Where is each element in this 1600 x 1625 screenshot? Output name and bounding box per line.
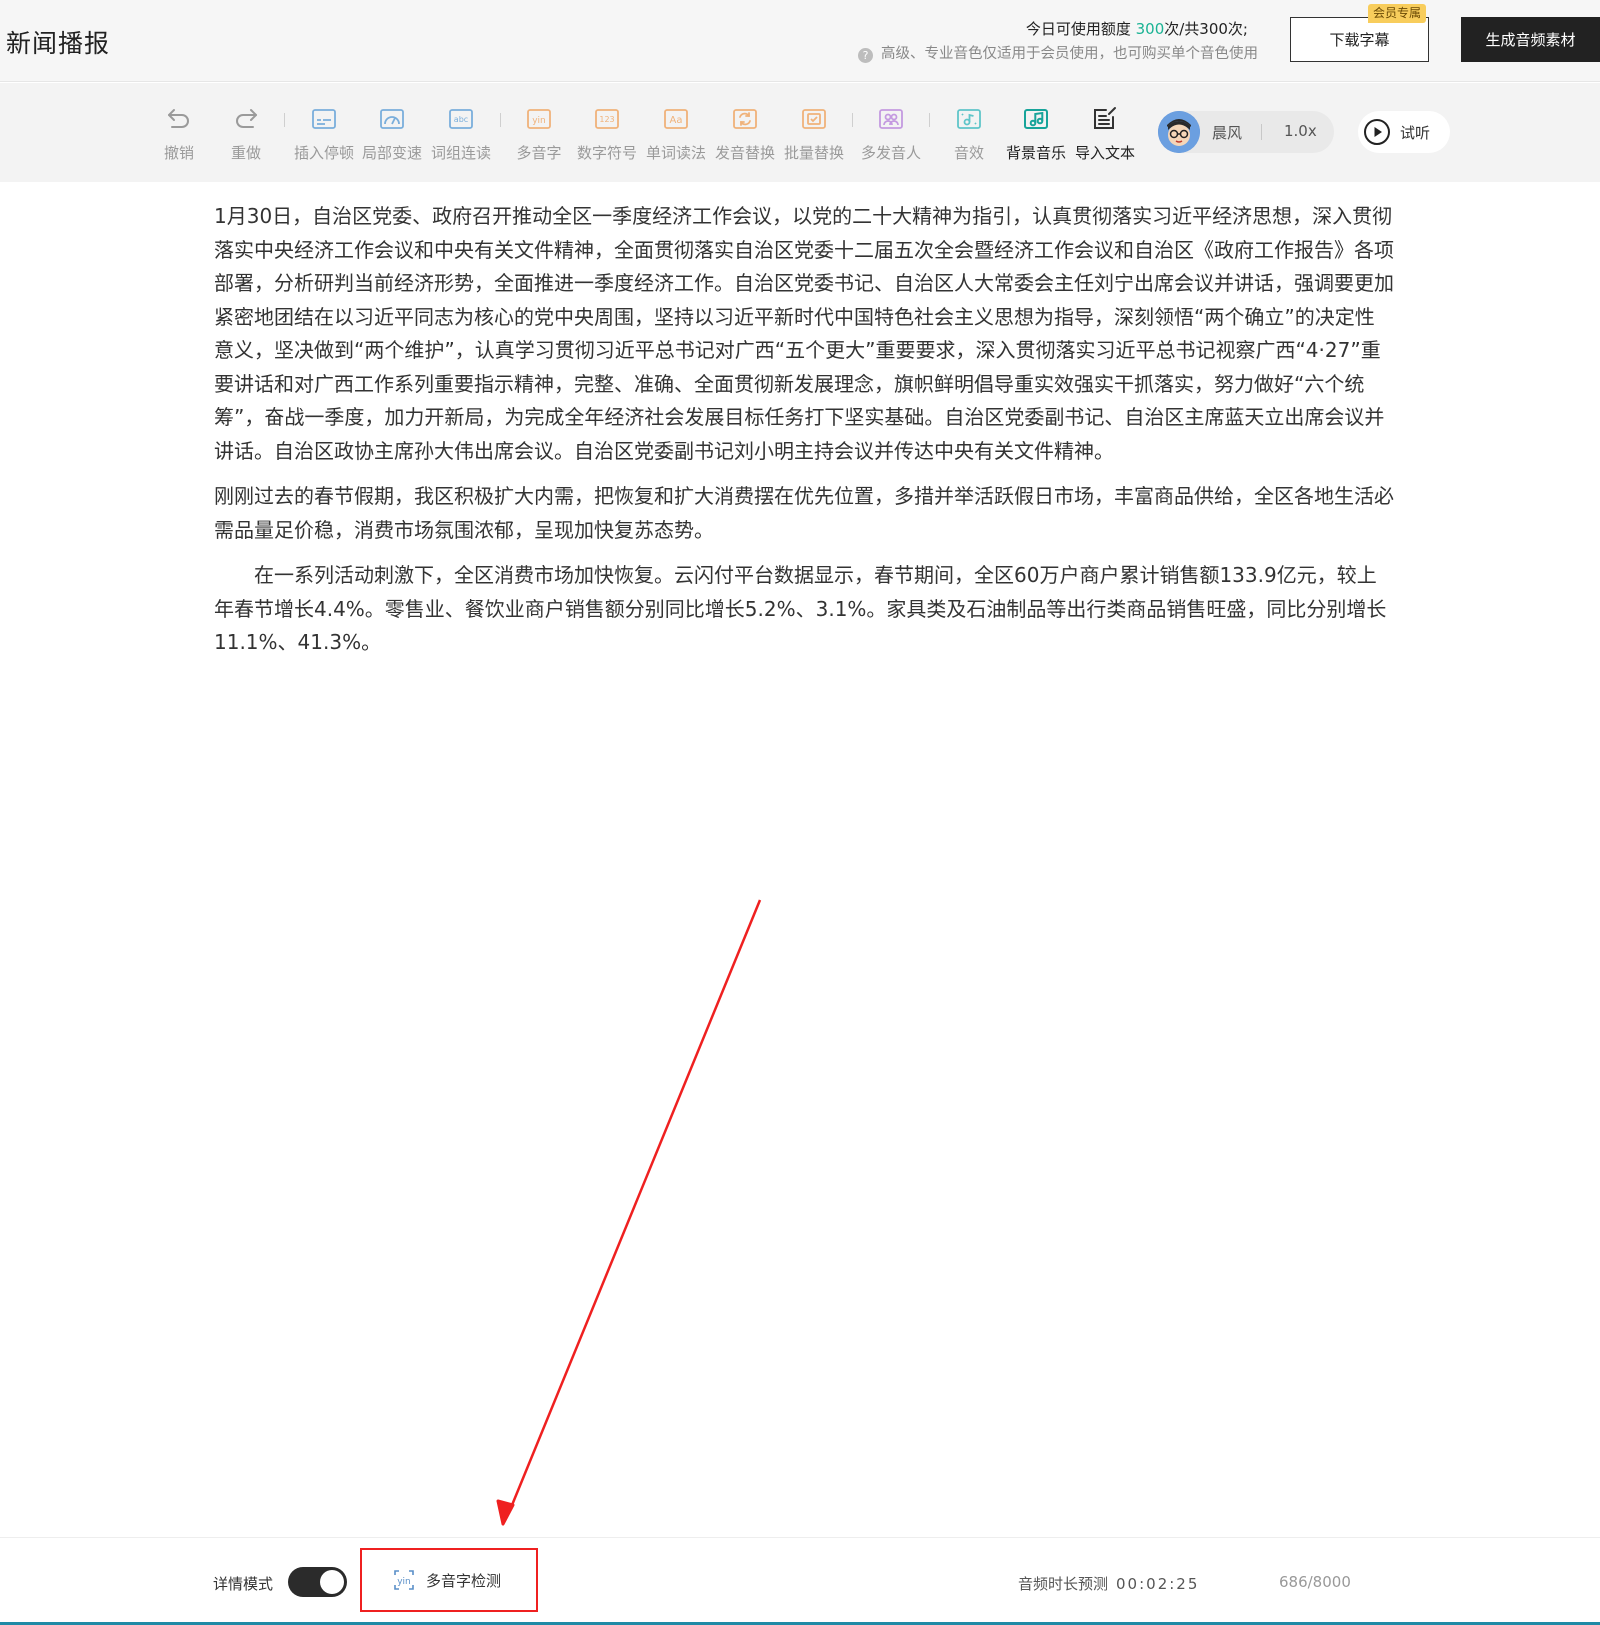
text-editor[interactable]: 1月30日，自治区党委、政府召开推动全区一季度经济工作会议，以党的二十大精神为指… <box>214 200 1394 672</box>
sound-effect-label: 音效 <box>953 144 984 162</box>
quota-info: 今日可使用额度 300次/共300次; <box>1026 18 1248 39</box>
listen-button[interactable]: 试听 <box>1358 111 1450 153</box>
editor-paragraph: 1月30日，自治区党委、政府召开推动全区一季度经济工作会议，以党的二十大精神为指… <box>214 204 1394 463</box>
detail-mode-toggle[interactable] <box>288 1567 347 1597</box>
voice-speed[interactable]: 1.0x <box>1284 122 1317 140</box>
batch-replace-icon <box>802 109 826 129</box>
undo-icon <box>168 109 189 128</box>
abc-icon: abc <box>449 109 473 129</box>
number-123-icon: 123 <box>595 109 619 129</box>
multi-speaker-button[interactable]: 多发音人 <box>858 105 924 163</box>
word-reading-button[interactable]: Aa 单词读法 <box>643 105 709 163</box>
insert-pause-label: 插入停顿 <box>293 144 354 162</box>
detail-mode-label: 详情模式 <box>213 1575 274 1593</box>
redo-button[interactable]: 重做 <box>213 105 279 163</box>
background-music-button[interactable]: 背景音乐 <box>1003 105 1069 163</box>
import-text-label: 导入文本 <box>1074 144 1135 162</box>
app-header: 新闻播报 今日可使用额度 300次/共300次; ? 高级、专业音色仅适用于会员使… <box>0 0 1600 82</box>
yin-icon: yin <box>527 109 551 129</box>
word-reading-label: 单词读法 <box>645 144 706 162</box>
download-subtitle-button[interactable]: 下载字幕 <box>1290 17 1429 62</box>
polyphone-check-button[interactable]: yin 多音字检测 <box>360 1548 538 1612</box>
toolbar-divider <box>852 113 853 127</box>
voice-name: 晨风 <box>1212 124 1243 142</box>
question-icon[interactable]: ? <box>858 48 873 63</box>
insert-pause-icon <box>312 109 336 129</box>
multi-speaker-label: 多发音人 <box>860 144 921 162</box>
phrase-link-button[interactable]: abc 词组连读 <box>428 105 494 163</box>
polyphone-label: 多音字 <box>516 144 562 162</box>
member-tip-text: 高级、专业音色仅适用于会员使用，也可购买单个音色使用 <box>881 46 1258 62</box>
undo-button[interactable]: 撤销 <box>146 105 212 163</box>
quota-suffix: 次/共300次; <box>1164 20 1248 38</box>
sound-effect-button[interactable]: 音效 <box>936 105 1002 163</box>
aa-icon: Aa <box>664 109 688 129</box>
replace-icon <box>733 109 757 129</box>
generate-audio-button[interactable]: 生成音频素材 <box>1461 17 1600 62</box>
page-title: 新闻播报 <box>6 29 111 58</box>
batch-replace-button[interactable]: 批量替换 <box>781 105 847 163</box>
toolbar-divider <box>929 113 930 127</box>
duration-label: 音频时长预测 <box>1018 1575 1109 1593</box>
voice-selector[interactable]: 晨风 1.0x <box>1158 111 1334 153</box>
polyphone-button[interactable]: yin 多音字 <box>506 105 572 163</box>
svg-text:yin: yin <box>532 116 546 126</box>
footer-divider <box>0 1537 1600 1538</box>
editor-paragraph: 刚刚过去的春节假期，我区积极扩大内需，把恢复和扩大消费摆在优先位置，多措并举活跃… <box>214 484 1394 542</box>
svg-text:abc: abc <box>454 115 468 124</box>
editor-paragraph: 在一系列活动刺激下，全区消费市场加快恢复。云闪付平台数据显示，春节期间，全区60… <box>214 563 1387 654</box>
quota-used: 300 <box>1135 20 1165 38</box>
polyphone-check-label: 多音字检测 <box>426 1571 502 1590</box>
background-music-label: 背景音乐 <box>1005 144 1066 162</box>
play-icon <box>1364 119 1390 145</box>
number-symbol-button[interactable]: 123 数字符号 <box>574 105 640 163</box>
yin-check-icon: yin <box>394 1570 414 1590</box>
pronunciation-replace-button[interactable]: 发音替换 <box>712 105 778 163</box>
speed-gauge-icon <box>380 109 404 129</box>
undo-label: 撤销 <box>163 144 194 162</box>
quota-prefix: 今日可使用额度 <box>1025 20 1136 38</box>
local-speed-button[interactable]: 局部变速 <box>359 105 425 163</box>
vip-badge: 会员专属 <box>1368 4 1427 23</box>
import-text-button[interactable]: 导入文本 <box>1072 105 1138 163</box>
number-symbol-label: 数字符号 <box>576 144 637 162</box>
toolbar-divider <box>500 113 501 127</box>
svg-text:123: 123 <box>599 115 614 124</box>
voice-avatar <box>1158 111 1200 153</box>
member-tip: ? 高级、专业音色仅适用于会员使用，也可购买单个音色使用 <box>858 42 1258 63</box>
sound-effect-icon <box>957 109 981 129</box>
import-text-icon <box>1094 107 1116 129</box>
multi-speaker-icon <box>879 109 903 129</box>
duration-estimate: 音频时长预测 00:02:25 <box>1018 1573 1199 1594</box>
redo-icon <box>236 109 257 128</box>
toggle-knob <box>320 1570 344 1594</box>
batch-replace-label: 批量替换 <box>783 144 844 162</box>
pronunciation-replace-label: 发音替换 <box>714 144 775 162</box>
svg-text:yin: yin <box>397 1577 411 1587</box>
duration-value: 00:02:25 <box>1116 1575 1200 1593</box>
phrase-link-label: 词组连读 <box>430 144 491 162</box>
local-speed-label: 局部变速 <box>361 144 422 162</box>
music-note-icon <box>1024 109 1048 129</box>
toolbar-divider <box>284 113 285 127</box>
insert-pause-button[interactable]: 插入停顿 <box>291 105 357 163</box>
char-counter: 686/8000 <box>1279 1573 1351 1591</box>
redo-label: 重做 <box>230 144 261 162</box>
svg-text:Aa: Aa <box>670 115 683 126</box>
listen-label: 试听 <box>1400 124 1431 142</box>
voice-divider <box>1261 124 1262 140</box>
avatar-icon <box>1158 111 1200 153</box>
